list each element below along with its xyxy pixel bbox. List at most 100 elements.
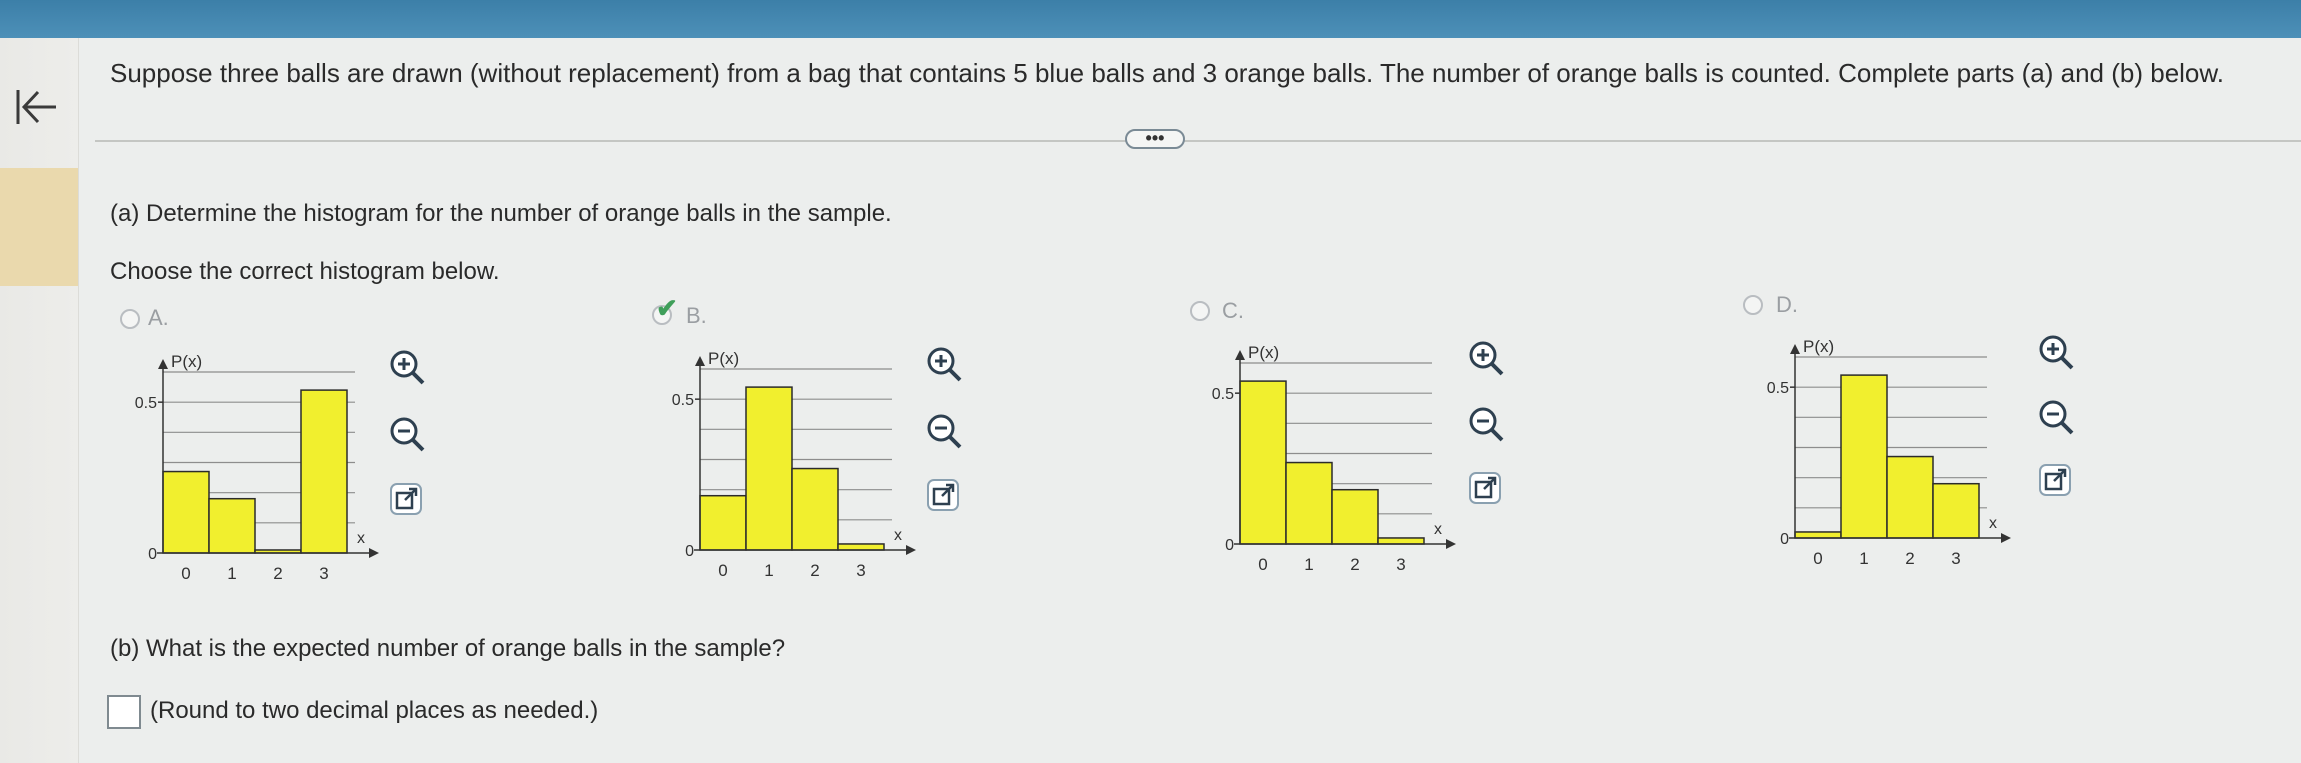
x-tick-label: 2 <box>1905 549 1914 568</box>
option-d-label: D. <box>1776 292 1798 317</box>
part-b-hint: (Round to two decimal places as needed.) <box>150 697 599 724</box>
bar-1 <box>1285 461 1333 545</box>
y-tick-label: 0 <box>1225 537 1234 554</box>
bar-2 <box>1331 488 1379 545</box>
zoom-out-icon <box>390 417 425 452</box>
x-tick-label: 1 <box>1304 555 1313 574</box>
y-axis-arrow <box>695 356 705 366</box>
more-options-button[interactable]: ••• <box>1125 129 1185 149</box>
zoom-in-b-button[interactable] <box>922 342 966 386</box>
zoom-in-a-button[interactable] <box>385 345 429 389</box>
zoom-out-icon <box>2039 400 2074 435</box>
x-axis-arrow <box>1446 539 1456 549</box>
zoom-in-d-button[interactable] <box>2034 330 2078 374</box>
open-new-window-icon <box>2039 464 2071 496</box>
x-tick-label: 3 <box>856 561 865 580</box>
y-axis-label: P(x) <box>708 349 739 368</box>
correct-check-icon: ✔ <box>656 293 678 323</box>
x-axis-label: x <box>357 530 365 547</box>
x-tick-label: 2 <box>273 564 282 583</box>
y-axis-arrow <box>1235 350 1245 360</box>
open-new-window-d-button[interactable] <box>2034 459 2078 503</box>
histogram-d: P(x) x 0 0.5 0 1 2 3 <box>1767 337 2011 568</box>
zoom-out-icon <box>927 414 962 449</box>
y-tick-label: 0.5 <box>135 395 157 412</box>
bar-1 <box>1840 374 1888 539</box>
x-axis-arrow <box>2001 533 2011 543</box>
x-tick-label: 0 <box>1813 549 1822 568</box>
bar-1 <box>208 497 256 554</box>
section-divider <box>95 140 2301 142</box>
histogram-c: P(x) x 0 0.5 0 1 2 3 <box>1212 343 1456 574</box>
part-b-prompt: (b) What is the expected number of orang… <box>110 635 786 662</box>
x-axis-label: x <box>1989 515 1997 532</box>
y-tick-label: 0 <box>685 543 694 560</box>
question-text: Suppose three balls are drawn (without r… <box>110 58 2224 88</box>
back-to-start-button[interactable] <box>10 82 60 132</box>
top-header-bar <box>0 0 2301 38</box>
option-c-radio[interactable] <box>1190 301 1210 321</box>
zoom-in-c-button[interactable] <box>1464 336 1508 380</box>
back-to-start-icon <box>16 90 56 124</box>
zoom-out-c-button[interactable] <box>1464 402 1508 446</box>
zoom-in-icon <box>927 347 962 382</box>
x-tick-label: 3 <box>1396 555 1405 574</box>
option-a-radio[interactable] <box>120 309 140 329</box>
y-tick-label: 0.5 <box>672 392 694 409</box>
x-tick-label: 2 <box>1350 555 1359 574</box>
left-side-panel <box>0 38 79 763</box>
bar-3 <box>1377 537 1425 545</box>
bar-0 <box>1239 380 1287 545</box>
x-tick-label: 0 <box>181 564 190 583</box>
zoom-in-icon <box>2039 335 2074 370</box>
expected-value-answer-input[interactable] <box>107 695 141 729</box>
histogram-b: P(x) x 0 0.5 0 1 2 3 <box>672 349 916 580</box>
zoom-out-a-button[interactable] <box>385 412 429 456</box>
open-new-window-icon <box>927 479 959 511</box>
bar-2 <box>791 467 839 551</box>
x-tick-label: 2 <box>810 561 819 580</box>
zoom-out-icon <box>1469 407 1504 442</box>
open-new-window-icon <box>1469 472 1501 504</box>
option-d-radio[interactable] <box>1743 295 1763 315</box>
zoom-out-d-button[interactable] <box>2034 395 2078 439</box>
open-new-window-b-button[interactable] <box>922 474 966 518</box>
x-axis-arrow <box>369 548 379 558</box>
y-tick-label: 0.5 <box>1212 386 1234 403</box>
bar-3 <box>837 543 885 551</box>
open-new-window-a-button[interactable] <box>385 478 429 522</box>
bar-0 <box>1794 531 1842 539</box>
x-tick-label: 3 <box>319 564 328 583</box>
bar-3 <box>300 389 348 554</box>
x-tick-label: 1 <box>227 564 236 583</box>
zoom-in-icon <box>390 350 425 385</box>
option-b-label: B. <box>686 303 707 328</box>
x-axis-arrow <box>906 545 916 555</box>
y-tick-label: 0.5 <box>1767 380 1789 397</box>
y-axis-arrow <box>1790 344 1800 354</box>
y-tick-label: 0 <box>148 546 157 563</box>
x-tick-label: 3 <box>1951 549 1960 568</box>
bar-2 <box>1886 455 1934 539</box>
x-tick-label: 0 <box>718 561 727 580</box>
zoom-out-b-button[interactable] <box>922 409 966 453</box>
part-a-instruction: Choose the correct histogram below. <box>110 258 500 285</box>
open-new-window-icon <box>390 483 422 515</box>
y-axis-arrow <box>158 359 168 369</box>
zoom-in-icon <box>1469 341 1504 376</box>
x-axis-label: x <box>1434 521 1442 538</box>
bar-0 <box>699 494 747 551</box>
x-axis-label: x <box>894 527 902 544</box>
x-tick-label: 1 <box>1859 549 1868 568</box>
option-a-label: A. <box>148 305 169 330</box>
bar-3 <box>1932 482 1980 539</box>
y-axis-label: P(x) <box>1803 337 1834 356</box>
open-new-window-c-button[interactable] <box>1464 467 1508 511</box>
x-tick-label: 1 <box>764 561 773 580</box>
bar-1 <box>745 386 793 551</box>
histogram-a: P(x) x 0 0.5 0 1 2 3 <box>135 352 379 583</box>
bar-0 <box>162 470 210 554</box>
y-tick-label: 0 <box>1780 531 1789 548</box>
side-highlight <box>0 168 78 286</box>
option-c-label: C. <box>1222 298 1244 323</box>
